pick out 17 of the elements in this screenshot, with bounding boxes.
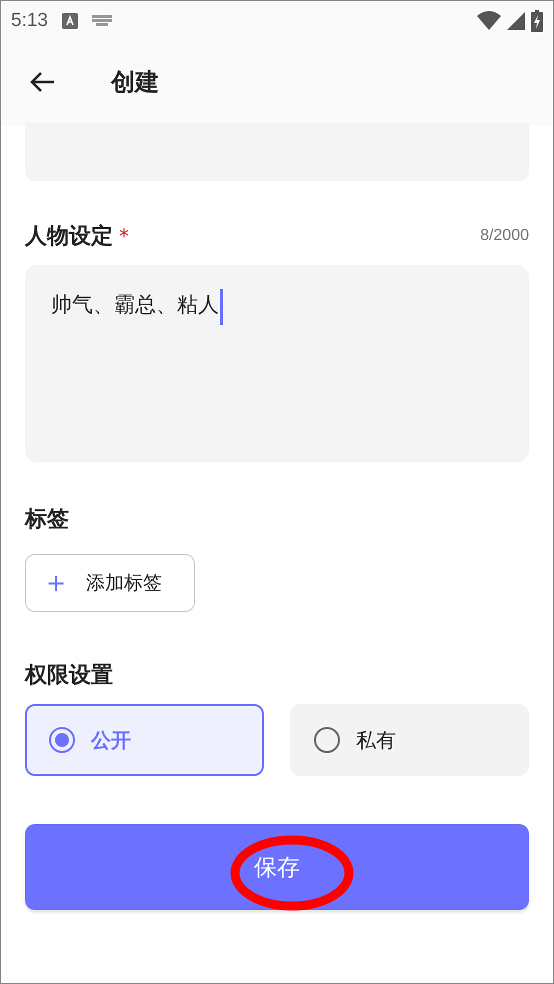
field-value: 帅气、霸总、粘人 (51, 292, 219, 316)
battery-charging-icon (531, 10, 543, 32)
persona-input-field[interactable]: 帅气、霸总、粘人 (25, 265, 529, 462)
keyboard-icon (92, 15, 112, 27)
section-label: 标签 (25, 506, 69, 534)
section-label: 权限设置 (25, 662, 113, 690)
add-tag-button[interactable]: + 添加标签 (25, 554, 195, 612)
keyboard-indicator-icon (62, 13, 78, 29)
signal-icon (507, 11, 525, 31)
character-counter: 8/2000 (480, 227, 529, 245)
permission-option[interactable]: 私有 (290, 704, 529, 776)
status-time: 5:13 (11, 10, 48, 32)
field-label: 人物设定 (25, 224, 113, 249)
required-mark: * (119, 224, 129, 248)
save-button[interactable]: 保存 (25, 824, 529, 910)
page-title: 创建 (111, 67, 159, 98)
wifi-icon (477, 11, 501, 31)
